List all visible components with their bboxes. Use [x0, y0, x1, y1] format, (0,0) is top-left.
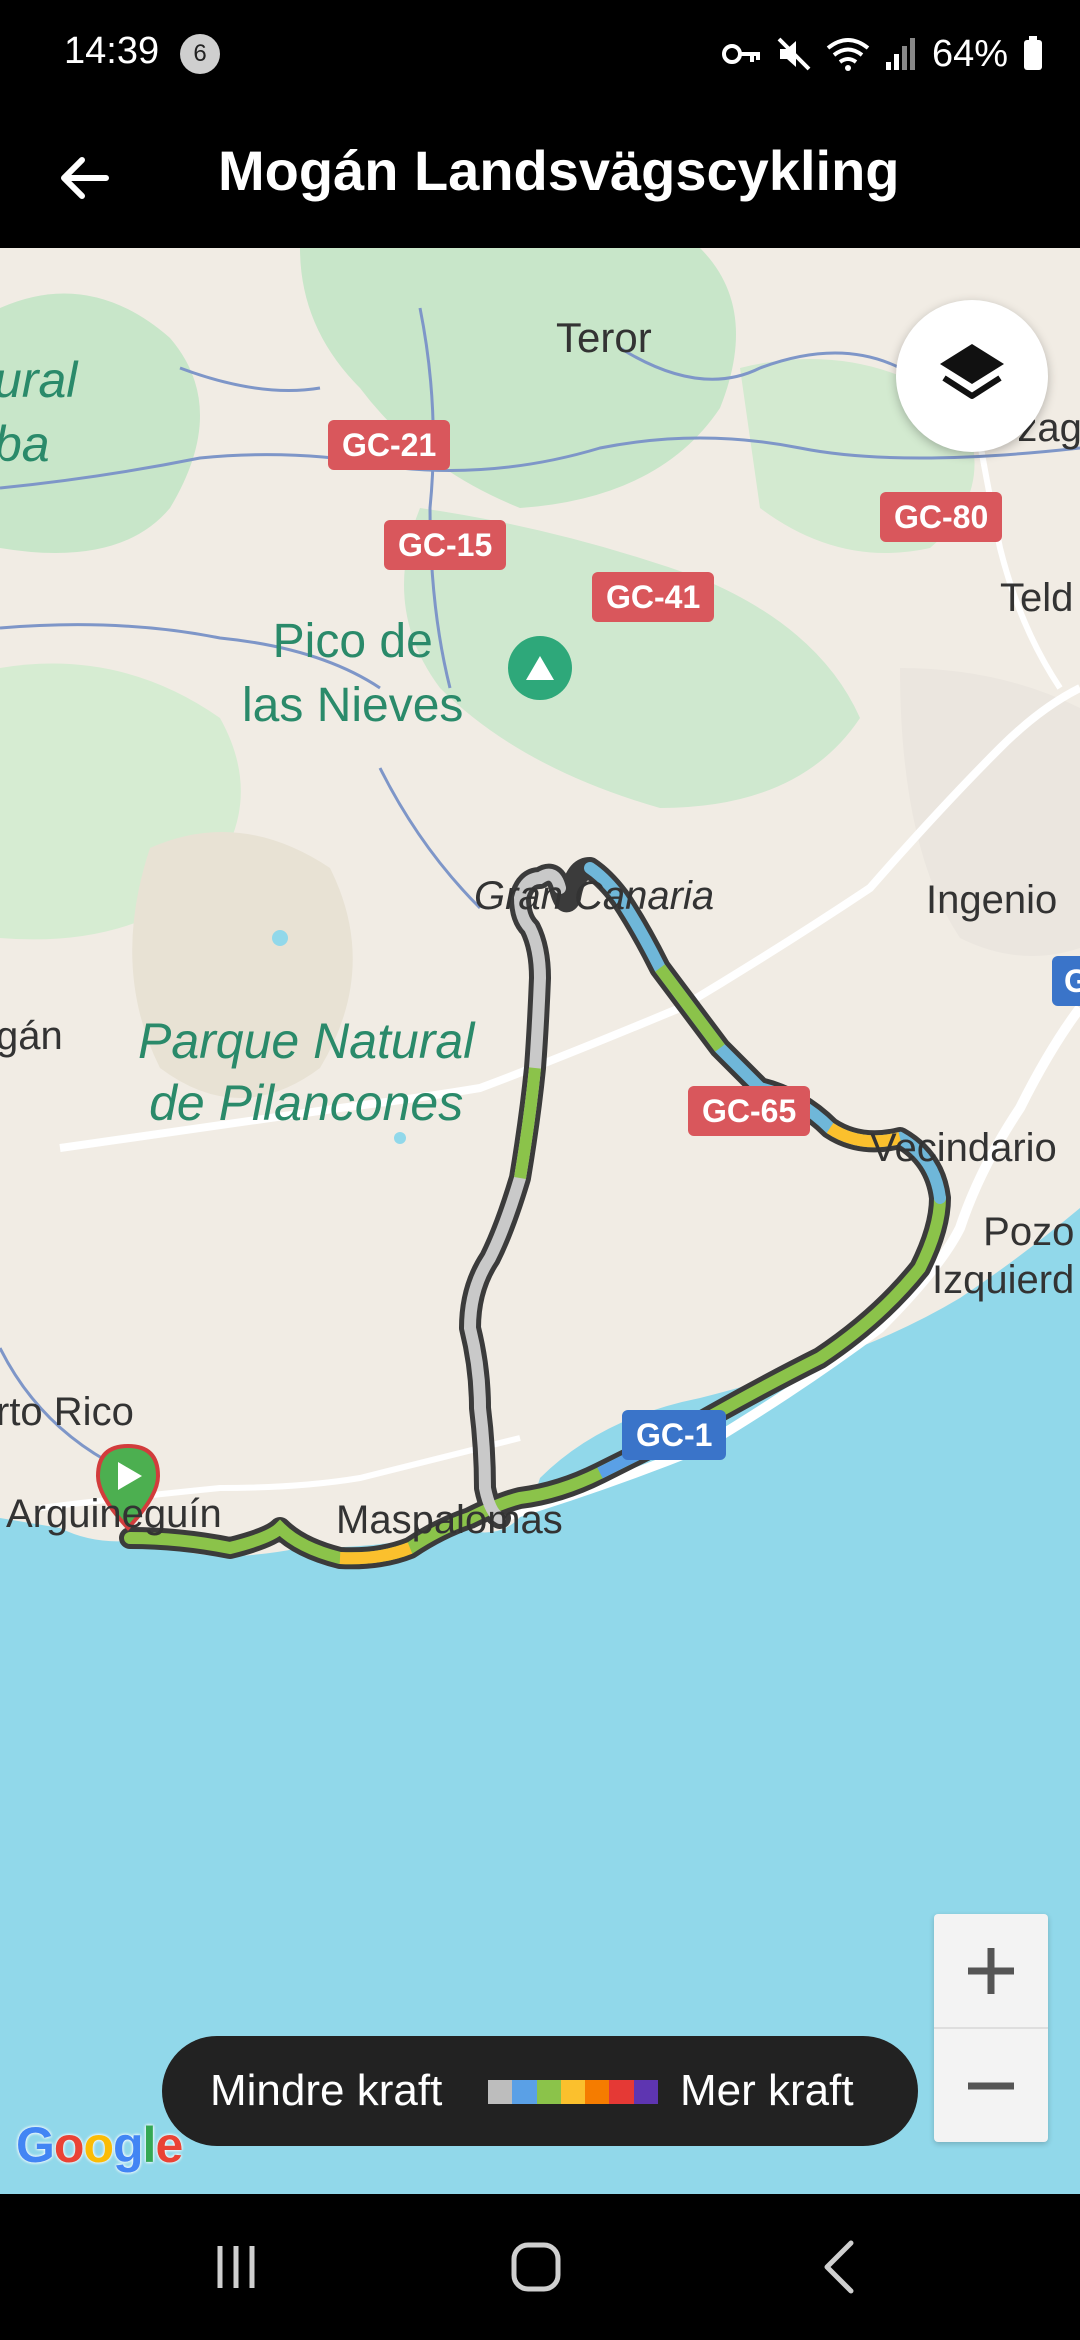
recents-icon [217, 2246, 255, 2288]
signal-icon [884, 36, 918, 72]
wifi-icon [826, 36, 870, 72]
arrow-left-icon [61, 157, 109, 199]
road-shield-gc41: GC-41 [592, 572, 715, 622]
zoom-out-button[interactable] [934, 2029, 1048, 2142]
system-nav-bar [0, 2194, 1080, 2340]
legend-swatch [512, 2080, 537, 2104]
status-bar: 14:39 6 64% [0, 0, 1080, 108]
label-pico-de-las-nieves: Pico de las Nieves [242, 615, 464, 732]
page-title: Mogán Landsvägscykling [218, 139, 900, 202]
notification-count-badge: 6 [180, 34, 220, 74]
label-vecindario: Vecindario [870, 1126, 1057, 1170]
label-telde: Teld [1000, 576, 1074, 620]
road-shield-gc15: GC-15 [384, 520, 507, 570]
legend-gradient [488, 2080, 658, 2104]
label-arguineguin: Arguineguín [6, 1492, 222, 1536]
back-button[interactable] [40, 134, 128, 222]
home-icon [511, 2242, 561, 2292]
legend-swatch [560, 2080, 586, 2104]
label-puerto-rico: rto Rico [0, 1390, 134, 1434]
layers-icon [940, 344, 1004, 399]
legend-max-label: Mer kraft [680, 2066, 854, 2115]
label-mogan: gán [0, 1014, 63, 1058]
road-shield-gc1: GC-1 [622, 1410, 727, 1460]
legend-swatch [585, 2080, 610, 2104]
label-teror: Teror [556, 314, 652, 361]
back-icon [824, 2240, 854, 2294]
status-icons: 64% [721, 30, 1044, 78]
legend-swatch [633, 2080, 658, 2104]
road-shield-gc80: GC-80 [880, 492, 1003, 542]
label-pozo-izquierdo: Pozo Izquierd [932, 1210, 1075, 1302]
road-shield-gc21: GC-21 [328, 420, 451, 470]
mute-icon [776, 36, 812, 72]
key-icon [721, 39, 762, 69]
battery-percentage: 64% [931, 32, 1008, 75]
legend-swatch [488, 2080, 513, 2104]
system-back-button[interactable] [790, 2224, 890, 2310]
minus-icon [968, 2082, 1014, 2089]
label-ingenio: Ingenio [926, 878, 1058, 922]
peak-marker [508, 636, 572, 700]
route-map[interactable]: Teror ural ba Pico de las Nieves Gran Ca… [0, 248, 1080, 2194]
legend-min-label: Mindre kraft [210, 2066, 443, 2115]
label-parque-natural: Parque Natural de Pilancones [138, 1013, 475, 1131]
zoom-control [934, 1914, 1048, 2142]
label-gran-canaria: Gran Canaria [474, 874, 715, 918]
legend-swatch [536, 2080, 561, 2104]
road-shield-gc65: GC-65 [688, 1086, 811, 1136]
app-bar: Mogán Landsvägscykling [0, 108, 1080, 248]
status-time: 14:39 [64, 30, 160, 72]
battery-icon [1022, 36, 1044, 72]
label-maspalomas: Maspalomas [336, 1498, 563, 1542]
layers-button[interactable] [896, 300, 1048, 452]
recents-button[interactable] [186, 2224, 286, 2310]
zoom-in-button[interactable] [934, 1914, 1048, 2027]
google-attribution: Google [16, 2117, 183, 2173]
home-button[interactable] [486, 2224, 586, 2310]
plus-icon [968, 1947, 1014, 1994]
legend-swatch [609, 2080, 634, 2104]
power-legend: Mindre kraft Mer kraft [162, 2036, 918, 2146]
road-shield-g: G [1052, 956, 1080, 1006]
label-left-park: ural ba [0, 352, 78, 472]
